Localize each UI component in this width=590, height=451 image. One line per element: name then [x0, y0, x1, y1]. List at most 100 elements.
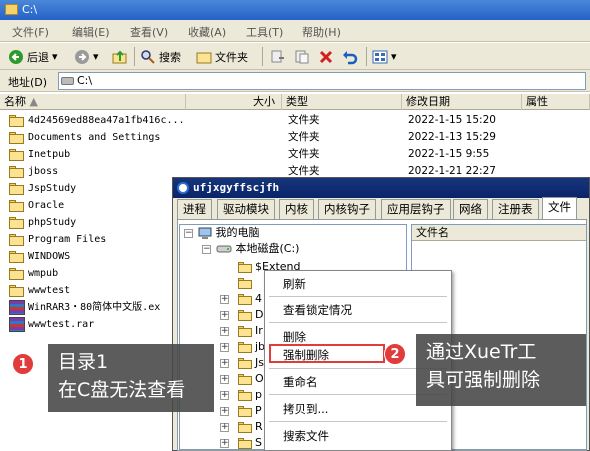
column-type[interactable]: 类型 [282, 94, 402, 110]
search-button[interactable]: 搜索 [140, 47, 181, 66]
tree-node-folder[interactable]: p [238, 387, 262, 403]
tab-driver-modules[interactable]: 驱动模块 [217, 199, 275, 219]
folder-icon [238, 293, 252, 305]
folder-icon [9, 166, 25, 178]
menu-bar: 文件(F) 编辑(E) 查看(V) 收藏(A) 工具(T) 帮助(H) [0, 20, 590, 42]
menu-item-view-locks[interactable]: 查看锁定情况 [283, 302, 352, 318]
menu-view[interactable]: 查看(V) [130, 24, 168, 40]
delete-x-icon [319, 50, 333, 63]
expand-icon[interactable]: + [220, 295, 229, 304]
menu-item-rename[interactable]: 重命名 [283, 374, 318, 390]
menu-favorites[interactable]: 收藏(A) [188, 24, 226, 40]
tree-node-folder[interactable]: jb [238, 339, 265, 355]
menu-help[interactable]: 帮助(H) [302, 24, 341, 40]
list-header: 名称 ▲ 大小 类型 修改日期 属性 [0, 94, 590, 110]
file-name: WinRAR3・80简体中文版.ex [28, 302, 161, 313]
tree-node-folder[interactable] [238, 275, 255, 291]
tree-node-folder[interactable]: D [238, 307, 263, 323]
tree-node-drive-c[interactable]: 本地磁盘(C:) [216, 241, 299, 257]
xuetr-app-icon [177, 182, 189, 194]
tree-node-folder[interactable]: O [238, 371, 264, 387]
file-row[interactable]: Documents and Settings 文件夹 2022-1-13 15:29 [0, 129, 590, 146]
tree-node-folder[interactable]: S [238, 435, 262, 449]
file-type: 文件夹 [288, 131, 320, 143]
tree-node-folder[interactable]: Ir [238, 323, 263, 339]
copy-to-icon [295, 50, 309, 63]
tree-node-folder[interactable]: 4 [238, 291, 262, 307]
menu-item-search-files[interactable]: 搜索文件 [283, 428, 329, 444]
folder-icon [238, 405, 252, 417]
tree-label: S [255, 436, 262, 449]
tab-network[interactable]: 网络 [453, 199, 488, 219]
callout-box: 通过XueTr工 具可强制删除 [416, 334, 586, 406]
tree-node-folder[interactable]: R [238, 419, 263, 435]
forward-button[interactable]: ▾ [74, 47, 99, 66]
undo-button[interactable] [342, 47, 358, 66]
folder-icon [9, 200, 25, 212]
file-row[interactable]: Inetpub 文件夹 2022-1-15 9:55 [0, 146, 590, 163]
up-folder-button[interactable] [112, 47, 128, 66]
callout-box: 目录1 在C盘无法查看 [48, 344, 214, 412]
collapse-icon[interactable]: − [202, 245, 211, 254]
column-filename[interactable]: 文件名 [412, 225, 586, 241]
expand-icon[interactable]: + [220, 439, 229, 448]
address-input[interactable]: C:\ [58, 72, 586, 90]
chevron-down-icon: ▾ [52, 50, 58, 63]
column-date[interactable]: 修改日期 [402, 94, 522, 110]
tree-label: P [255, 404, 262, 417]
address-value: C:\ [77, 74, 93, 87]
expand-icon[interactable]: + [220, 343, 229, 352]
file-date: 2022-1-15 15:20 [408, 114, 496, 126]
menu-item-delete[interactable]: 删除 [283, 329, 306, 345]
tree-node-folder[interactable]: Js [238, 355, 264, 371]
address-label: 地址(D) [8, 76, 48, 89]
copy-to-button[interactable] [294, 47, 310, 66]
tab-app-hooks[interactable]: 应用层钩子 [381, 199, 451, 219]
column-name[interactable]: 名称 ▲ [0, 94, 186, 110]
tree-label: 我的电脑 [215, 226, 260, 239]
tab-file[interactable]: 文件 [542, 197, 577, 219]
back-button[interactable]: 后退 ▾ [8, 47, 58, 66]
expand-icon[interactable]: + [220, 407, 229, 416]
tab-kernel-hooks[interactable]: 内核钩子 [318, 199, 376, 219]
folders-button[interactable]: 文件夹 [196, 47, 248, 66]
folder-icon [238, 437, 252, 449]
file-type: 文件夹 [288, 148, 320, 160]
move-to-button[interactable] [270, 47, 286, 66]
expand-icon[interactable]: + [220, 311, 229, 320]
tab-kernel[interactable]: 内核 [279, 199, 314, 219]
move-to-icon [271, 50, 284, 62]
folder-icon [9, 217, 25, 229]
expand-icon[interactable]: + [220, 327, 229, 336]
expand-icon[interactable]: + [220, 391, 229, 400]
folder-icon [238, 421, 252, 433]
tree-label: p [255, 388, 262, 401]
folder-icon [9, 234, 25, 246]
xuetr-title: ufjxgyffscjfh [193, 181, 280, 194]
collapse-icon[interactable]: − [184, 229, 193, 238]
toolbar: 后退 ▾ ▾ 搜索 文件夹 ▾ [0, 43, 590, 70]
menu-edit[interactable]: 编辑(E) [72, 24, 110, 40]
menu-item-refresh[interactable]: 刷新 [283, 276, 306, 292]
file-name: wmpub [28, 268, 59, 279]
tree-node-my-computer[interactable]: 我的电脑 [198, 225, 260, 241]
menu-item-copy-to[interactable]: 拷贝到... [283, 401, 328, 417]
up-folder-icon [112, 50, 127, 63]
views-button[interactable]: ▾ [372, 47, 397, 66]
tab-process[interactable]: 进程 [177, 199, 212, 219]
expand-icon[interactable]: + [220, 423, 229, 432]
menu-tools[interactable]: 工具(T) [246, 24, 283, 40]
file-row[interactable]: 4d24569ed88ea47a1fb416c... 文件夹 2022-1-15 1… [0, 112, 590, 129]
menu-file[interactable]: 文件(F) [12, 24, 49, 40]
expand-icon[interactable]: + [220, 375, 229, 384]
tab-registry[interactable]: 注册表 [492, 199, 539, 219]
column-size[interactable]: 大小 [186, 94, 282, 110]
folder-icon [238, 277, 252, 289]
tree-node-folder[interactable]: P [238, 403, 262, 419]
column-attributes[interactable]: 属性 [522, 94, 590, 110]
expand-icon[interactable]: + [220, 359, 229, 368]
file-name: wwwtest.rar [28, 319, 95, 330]
callout-line: 具可强制删除 [426, 369, 541, 391]
delete-button[interactable] [318, 47, 334, 66]
file-name: Program Files [28, 234, 107, 245]
